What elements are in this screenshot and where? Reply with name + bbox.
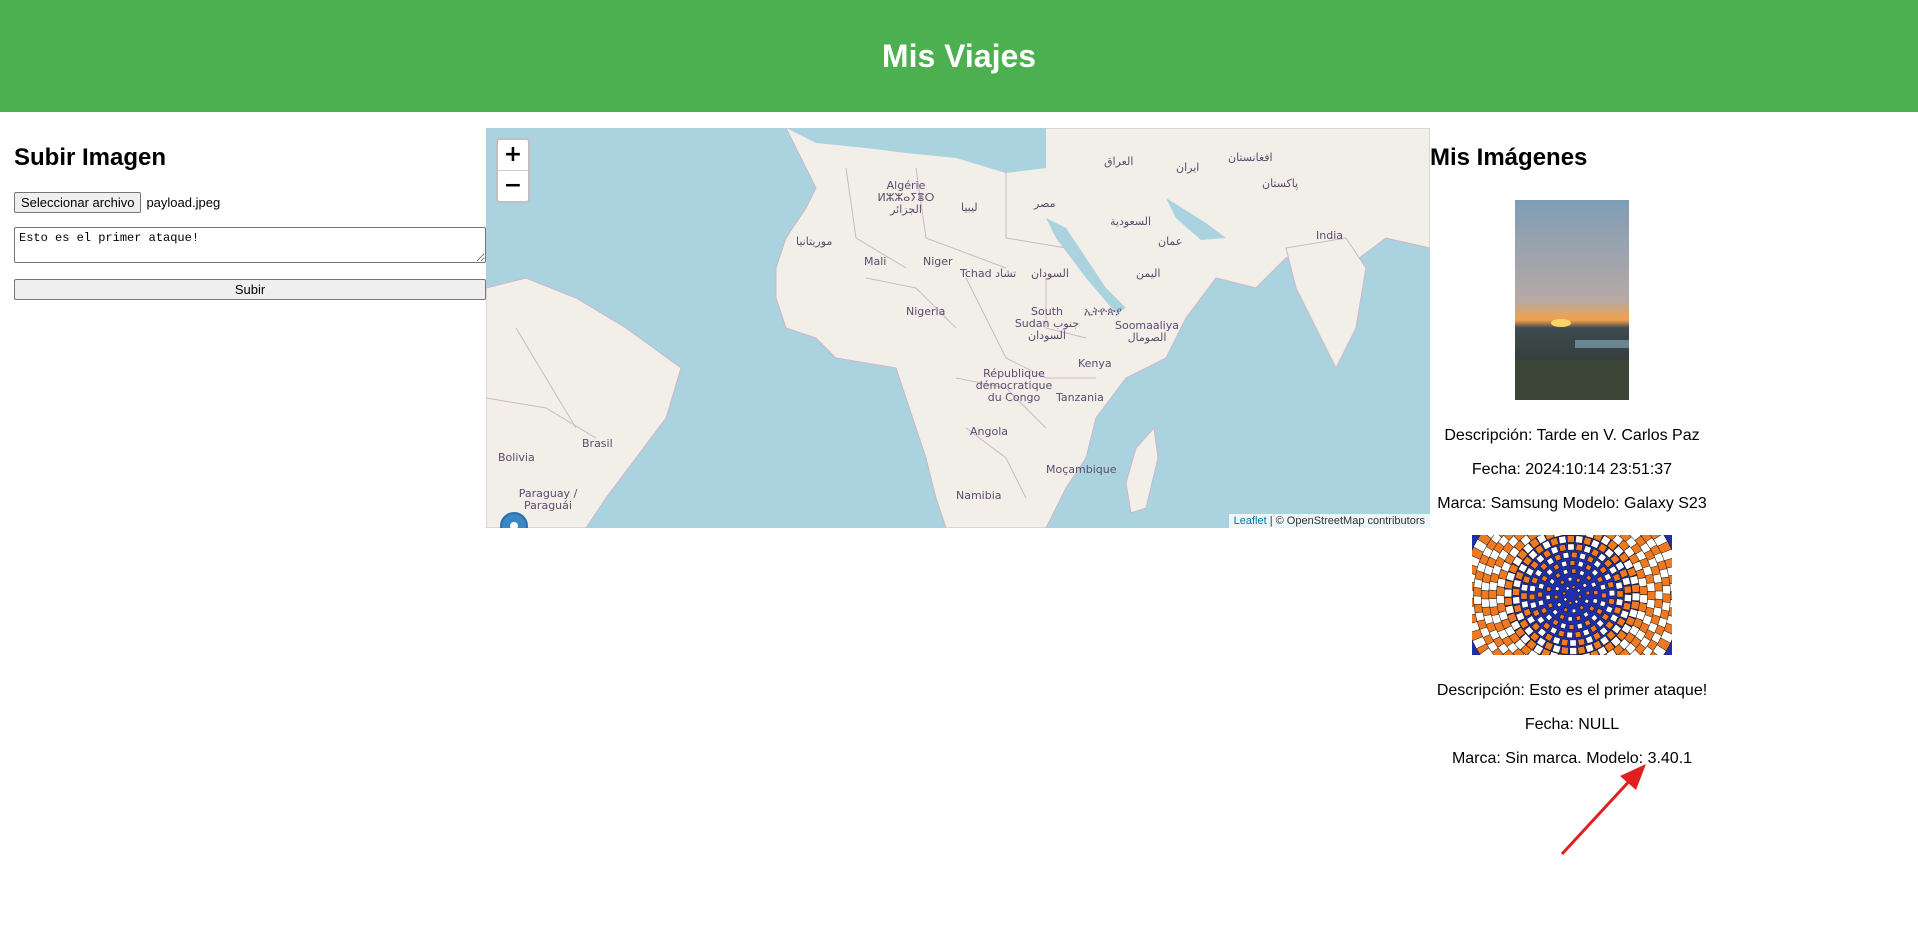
map-label: افغانستان (1228, 151, 1273, 164)
map-label: Kenya (1078, 357, 1112, 370)
map-label: Bolivia (498, 451, 535, 464)
map-label: پاکستان (1262, 177, 1299, 190)
image-description: Descripción: Tarde en V. Carlos Paz (1444, 427, 1700, 444)
illusion-photo[interactable] (1462, 521, 1682, 669)
map-label: Angola (970, 425, 1009, 438)
leaflet-link[interactable]: Leaflet (1234, 515, 1267, 527)
description-input[interactable]: Esto es el primer ataque! (14, 227, 486, 263)
gallery-panel: Mis Imágenes Descripción: Tarde en V. Ca… (1430, 128, 1714, 776)
map-label: Tchad تشاد (960, 267, 1017, 280)
map-label: ایران (1176, 161, 1200, 174)
map-label: Mali (864, 255, 887, 268)
map-label: Namibia (956, 489, 1002, 502)
map-label: مصر (1034, 197, 1056, 210)
map-label: ኢትዮጵያ (1084, 305, 1122, 318)
map-label: Nigeria (906, 305, 946, 318)
image-device: Marca: Samsung Modelo: Galaxy S23 (1437, 495, 1707, 512)
map-label: Niger (923, 255, 953, 268)
gallery-item: Descripción: Esto es el primer ataque! F… (1430, 521, 1714, 776)
map-label: République démocratique du Congo (975, 367, 1053, 404)
map-label: السعودية (1110, 215, 1152, 228)
map-label: اليمن (1136, 267, 1161, 280)
image-date: Fecha: 2024:10:14 23:51:37 (1471, 461, 1673, 478)
map-label: عمان (1158, 235, 1183, 248)
upload-panel: Subir Imagen Seleccionar archivo payload… (14, 128, 486, 300)
map-label: Algérie ⵍⵣⵣⴰⵢⴻⵔ الجزائر (877, 179, 935, 216)
annotation-arrow-icon (1560, 764, 1646, 856)
map[interactable]: Algérie ⵍⵣⵣⴰⵢⴻⵔ الجزائر ليبيا مصر العراق… (486, 128, 1430, 528)
image-date: Fecha: NULL (1524, 716, 1620, 733)
zoom-in-button[interactable]: + (498, 140, 528, 171)
map-label: Moçambique (1046, 463, 1117, 476)
map-label: Brasil (582, 437, 613, 450)
sunset-photo[interactable] (1515, 200, 1629, 400)
upload-title: Subir Imagen (14, 144, 167, 171)
map-label: Soomaaliya الصومال (1114, 319, 1179, 344)
map-label: العراق (1104, 155, 1134, 168)
gallery-title: Mis Imágenes (1430, 144, 1588, 171)
map-label: India (1316, 229, 1343, 242)
map-label: موريتانيا (796, 235, 833, 248)
map-label: South Sudan جنوب السودان (1014, 305, 1080, 342)
page-title: Mis Viajes (881, 37, 1037, 74)
map-attribution: Leaflet | © OpenStreetMap contributors (1228, 514, 1430, 528)
map-label: ليبيا (961, 201, 978, 214)
submit-button[interactable]: Subir (14, 279, 486, 300)
gallery-item: Descripción: Tarde en V. Carlos Paz Fech… (1430, 200, 1714, 521)
file-picker: Seleccionar archivo payload.jpeg (14, 192, 486, 213)
selected-file-name: payload.jpeg (146, 195, 221, 210)
choose-file-button[interactable]: Seleccionar archivo (14, 192, 142, 213)
page-header: Mis Viajes (0, 0, 1918, 112)
image-description: Descripción: Esto es el primer ataque! (1436, 682, 1708, 699)
zoom-out-button[interactable]: − (498, 171, 528, 201)
attribution-text: | © OpenStreetMap contributors (1266, 515, 1425, 527)
map-label: السودان (1031, 267, 1069, 280)
map-label: Paraguay / Paraguái (518, 487, 578, 512)
zoom-control: + − (496, 138, 530, 203)
map-label: Tanzania (1056, 391, 1104, 404)
